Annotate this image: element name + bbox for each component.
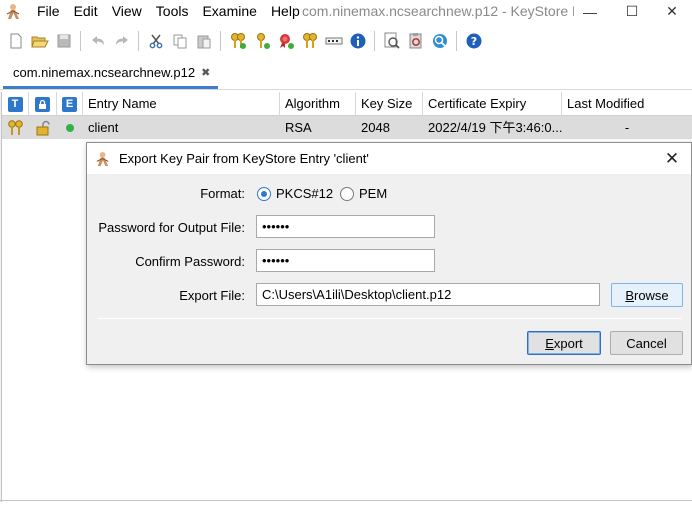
import-key-pair-icon[interactable] (298, 29, 321, 53)
export-button[interactable]: Export (527, 331, 601, 355)
type-column-icon: T (7, 96, 23, 112)
radio-selected-icon (257, 186, 271, 201)
maximize-button[interactable]: ☐ (612, 0, 652, 23)
generate-secret-key-icon[interactable] (250, 29, 273, 53)
title-bar: File Edit View Tools Examine Help com.ni… (0, 0, 692, 23)
generate-key-pair-icon[interactable] (226, 29, 249, 53)
toolbar: ? (0, 27, 692, 55)
keystore-tab[interactable]: com.ninemax.ncsearchnew.p12 ✖ (3, 58, 218, 89)
key-size-cell: 2048 (361, 120, 390, 135)
menu-examine[interactable]: Examine (195, 0, 263, 23)
help-icon[interactable]: ? (462, 29, 485, 53)
column-key-size[interactable]: Key Size (356, 92, 423, 116)
export-file-input[interactable]: C:\Users\A1ili\Desktop\client.p12 (256, 283, 600, 306)
algorithm-cell: RSA (285, 120, 312, 135)
entry-name-cell: client (88, 120, 119, 135)
toolbar-separator (456, 31, 457, 51)
menu-view[interactable]: View (105, 0, 149, 23)
last-modified-cell: - (624, 120, 630, 135)
column-type[interactable]: T (2, 92, 29, 116)
password-label: Password for Output File: (98, 220, 245, 235)
dialog-close-button[interactable]: ✕ (661, 148, 683, 170)
window-title: com.ninemax.ncsearchnew.p12 - KeyStore E… (302, 3, 574, 19)
valid-status-icon (57, 116, 83, 139)
toolbar-separator (374, 31, 375, 51)
confirm-password-label: Confirm Password: (135, 254, 245, 269)
paste-icon[interactable] (192, 29, 215, 53)
format-pem-radio[interactable]: PEM (340, 186, 387, 201)
expiry-column-icon: E (62, 96, 77, 112)
open-icon[interactable] (28, 29, 51, 53)
column-expiry-flag[interactable]: E (57, 92, 83, 116)
format-pem-label: PEM (359, 186, 388, 201)
tab-label: com.ninemax.ncsearchnew.p12 (13, 64, 196, 80)
examine-clipboard-icon[interactable] (404, 29, 427, 53)
table-row[interactable]: client RSA 2048 2022/4/19 下午3:46:0... - (2, 116, 692, 139)
format-pkcs12-radio[interactable]: PKCS#12 (257, 186, 333, 201)
key-pair-icon (2, 116, 29, 139)
examine-ssl-icon[interactable] (428, 29, 451, 53)
dialog-separator (98, 318, 682, 319)
keystore-entries-table: T E Entry Name Algorithm Key Size Certif… (2, 92, 692, 139)
toolbar-separator (80, 31, 81, 51)
toolbar-separator (138, 31, 139, 51)
format-label: Format: (200, 186, 245, 201)
column-last-modified[interactable]: Last Modified (562, 92, 692, 116)
copy-icon[interactable] (168, 29, 191, 53)
new-icon[interactable] (4, 29, 27, 53)
toolbar-separator (220, 31, 221, 51)
keystore-tab-strip: com.ninemax.ncsearchnew.p12 ✖ (0, 58, 692, 90)
menu-tools[interactable]: Tools (149, 0, 196, 23)
examine-file-icon[interactable] (380, 29, 403, 53)
undo-icon[interactable] (86, 29, 109, 53)
table-header: T E Entry Name Algorithm Key Size Certif… (2, 92, 692, 116)
cancel-button[interactable]: Cancel (610, 331, 683, 355)
properties-icon[interactable] (346, 29, 369, 53)
set-password-icon[interactable] (322, 29, 345, 53)
dialog-title: Export Key Pair from KeyStore Entry 'cli… (119, 151, 369, 166)
certificate-expiry-cell: 2022/4/19 下午3:46:0... (428, 120, 562, 135)
keystore-panel-border (0, 92, 2, 502)
import-trusted-cert-icon[interactable] (274, 29, 297, 53)
column-algorithm[interactable]: Algorithm (280, 92, 356, 116)
menu-file[interactable]: File (30, 0, 67, 23)
keystore-explorer-app-icon (5, 3, 22, 20)
menu-edit[interactable]: Edit (67, 0, 105, 23)
window-bottom-border (0, 500, 692, 501)
column-lock[interactable] (29, 92, 57, 116)
column-certificate-expiry[interactable]: Certificate Expiry (423, 92, 562, 116)
menu-help[interactable]: Help (264, 0, 307, 23)
password-input[interactable]: •••••• (256, 215, 435, 238)
browse-button[interactable]: Browse (611, 283, 683, 307)
export-key-pair-dialog: Export Key Pair from KeyStore Entry 'cli… (86, 142, 692, 365)
format-pkcs12-label: PKCS#12 (276, 186, 334, 201)
menu-bar: File Edit View Tools Examine Help (30, 0, 307, 23)
lock-column-icon (35, 96, 50, 112)
dialog-title-bar: Export Key Pair from KeyStore Entry 'cli… (87, 143, 691, 174)
column-entry-name[interactable]: Entry Name (83, 92, 280, 116)
minimize-button[interactable]: — (570, 0, 610, 23)
cut-icon[interactable] (144, 29, 167, 53)
redo-icon[interactable] (110, 29, 133, 53)
save-icon[interactable] (52, 29, 75, 53)
window-close-button[interactable]: ✕ (652, 0, 692, 23)
radio-unselected-icon (340, 186, 354, 201)
confirm-password-input[interactable]: •••••• (256, 249, 435, 272)
svg-text:?: ? (470, 35, 476, 48)
dialog-app-icon (95, 151, 111, 170)
export-file-label: Export File: (179, 288, 245, 303)
tab-close-icon[interactable]: ✖ (201, 66, 210, 79)
unlocked-icon (29, 116, 57, 139)
